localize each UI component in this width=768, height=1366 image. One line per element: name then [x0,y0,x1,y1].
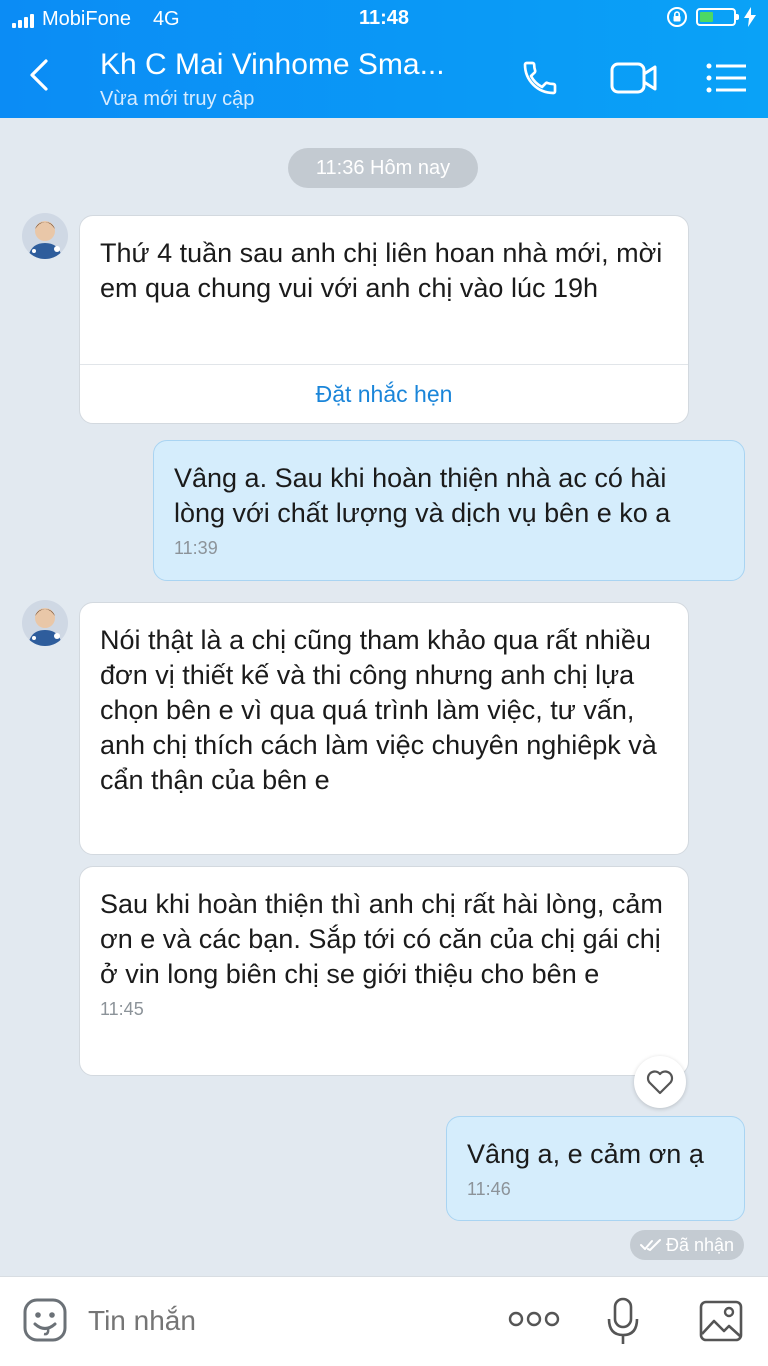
message-bubble-outgoing[interactable]: Vâng a. Sau khi hoàn thiện nhà ac có hài… [153,440,745,581]
message-input[interactable] [88,1305,468,1337]
message-time: 11:46 [467,1179,511,1199]
heart-icon [646,1070,674,1095]
orientation-lock-icon [667,7,687,27]
message-input-bar [0,1276,768,1366]
sticker-icon[interactable] [22,1297,68,1343]
message-time: 11:45 [100,999,144,1019]
message-time: 11:39 [174,538,218,558]
chat-header: MobiFone 4G 11:48 Kh C Mai Vinhome Sma..… [0,0,768,118]
message-text: Sau khi hoàn thiện thì anh chị rất hài l… [100,889,663,989]
status-time: 11:48 [358,7,410,29]
message-text: Nói thật là a chị cũng tham khảo qua rất… [100,625,657,795]
charging-icon [744,7,756,27]
more-icon[interactable] [508,1309,560,1329]
date-separator: 11:36 Hôm nay [288,148,478,188]
menu-icon[interactable] [706,62,748,94]
message-bubble-incoming[interactable]: Thứ 4 tuần sau anh chị liên hoan nhà mới… [79,215,689,424]
avatar[interactable] [22,213,68,259]
message-bubble-outgoing[interactable]: Vâng a, e cảm ơn ạ 11:46 [446,1116,745,1221]
avatar[interactable] [22,600,68,646]
status-bar: MobiFone 4G 11:48 [0,0,768,38]
microphone-icon[interactable] [606,1297,640,1347]
delivery-status-badge: Đã nhận [630,1230,744,1260]
message-text: Vâng a, e cảm ơn ạ [467,1139,704,1169]
video-call-icon[interactable] [610,60,658,96]
image-icon[interactable] [698,1299,744,1343]
react-button[interactable] [634,1056,686,1108]
double-check-icon [639,1239,661,1251]
message-text: Vâng a. Sau khi hoàn thiện nhà ac có hài… [174,463,671,528]
back-icon[interactable] [28,58,50,92]
message-bubble-incoming[interactable]: Nói thật là a chị cũng tham khảo qua rất… [79,602,689,855]
set-reminder-button[interactable]: Đặt nhắc hẹn [80,364,688,423]
contact-status: Vừa mới truy cập [100,88,255,110]
battery-icon [696,8,739,26]
contact-name[interactable]: Kh C Mai Vinhome Sma... [100,48,490,82]
delivery-status-label: Đã nhận [665,1234,735,1255]
phone-icon[interactable] [520,58,560,98]
message-text: Thứ 4 tuần sau anh chị liên hoan nhà mới… [100,238,663,303]
message-bubble-incoming[interactable]: Sau khi hoàn thiện thì anh chị rất hài l… [79,866,689,1076]
